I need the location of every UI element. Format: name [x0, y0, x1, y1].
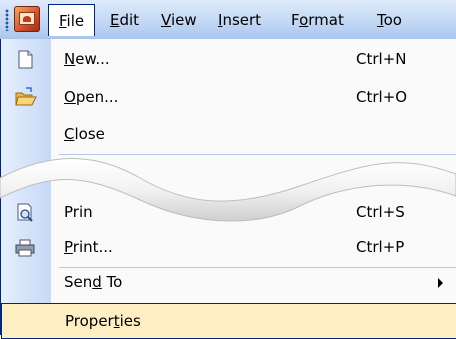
menu-item-close-label: Close: [64, 125, 105, 143]
menu-insert-label: nsert: [222, 11, 262, 29]
menu-item-open[interactable]: Open... Ctrl+O: [1, 79, 456, 116]
menu-item-print-preview-label: Prin: [64, 203, 93, 221]
new-document-icon: [14, 49, 36, 70]
menu-item-print[interactable]: Print... Ctrl+P: [1, 229, 456, 266]
app-document-icon[interactable]: [14, 6, 40, 32]
menu-format-mnemonic: o: [299, 11, 309, 29]
shortcut-open: Ctrl+O: [356, 88, 408, 106]
menu-item-print-label: Print...: [64, 238, 113, 256]
print-preview-icon: [14, 202, 36, 223]
menu-item-properties-label: Properties: [65, 312, 141, 330]
menu-item-send-to-label: Send To: [64, 273, 123, 291]
toolbar-grip-handle[interactable]: [5, 9, 9, 31]
menu-view-mnemonic: V: [161, 11, 171, 29]
menu-separator: [59, 154, 456, 155]
menu-format-prefix: F: [291, 11, 300, 29]
menu-item-new-label: New...: [64, 50, 110, 68]
submenu-arrow-icon: [438, 278, 443, 288]
menu-format[interactable]: Format: [291, 4, 344, 36]
menu-format-label: rmat: [308, 11, 344, 29]
menu-file[interactable]: File: [48, 4, 96, 36]
menu-item-properties[interactable]: Properties: [1, 303, 456, 339]
menu-file-label: ile: [66, 12, 85, 30]
shortcut-new: Ctrl+N: [356, 50, 407, 68]
menu-item-print-preview[interactable]: Prin Ctrl+S: [1, 194, 456, 231]
menu-tools-label: oo: [383, 11, 402, 29]
shortcut-save: Ctrl+S: [356, 203, 405, 221]
menu-view-label: iew: [170, 11, 197, 29]
open-folder-icon: [14, 87, 37, 108]
menu-tools-mnemonic: T: [377, 11, 384, 29]
menu-edit[interactable]: Edit: [110, 4, 139, 36]
menu-item-open-label: Open...: [64, 88, 119, 106]
menu-item-close[interactable]: Close: [1, 116, 456, 153]
menu-view[interactable]: View: [161, 4, 197, 36]
menu-tools[interactable]: Too: [377, 4, 402, 36]
menu-insert[interactable]: Insert: [218, 4, 261, 36]
menu-edit-label: dit: [119, 11, 140, 29]
menu-file-mnemonic: F: [59, 12, 67, 30]
printer-icon: [14, 237, 36, 258]
file-menu-dropdown: New... Ctrl+N Open... Ctrl+O Close Prin: [0, 39, 456, 339]
menu-bar: File Edit View Insert Format Too: [0, 0, 456, 40]
menu-item-new[interactable]: New... Ctrl+N: [1, 41, 456, 78]
shortcut-print: Ctrl+P: [356, 238, 405, 256]
menu-item-send-to[interactable]: Send To: [1, 264, 456, 301]
